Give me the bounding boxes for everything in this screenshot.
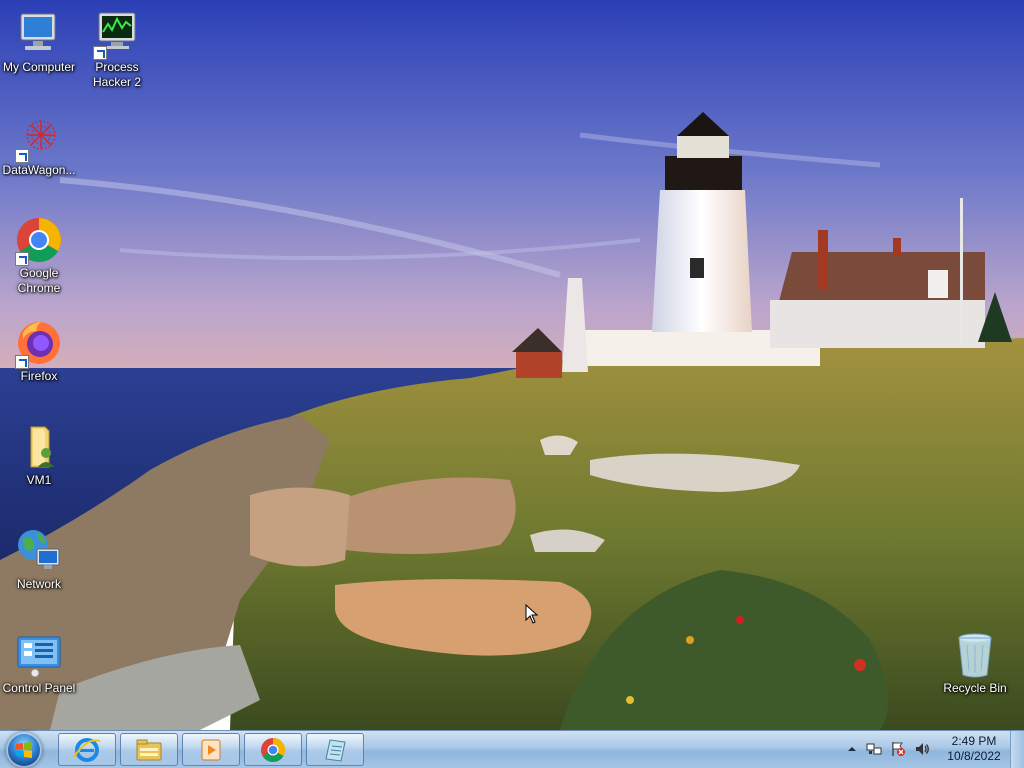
clock-date: 10/8/2022 — [947, 749, 1001, 763]
clock-time: 2:49 PM — [951, 734, 997, 748]
mouse-cursor-icon — [525, 603, 539, 624]
computer-icon — [15, 10, 63, 58]
show-desktop-button[interactable] — [1010, 731, 1024, 768]
chevron-up-icon — [848, 747, 856, 751]
desktop-icon-label: Network — [16, 577, 61, 591]
folder-user-icon — [15, 423, 63, 471]
shortcut-arrow-icon — [15, 355, 29, 369]
taskbar-media-player-button[interactable] — [182, 733, 240, 766]
desktop-icon-datawagon[interactable]: DataWagon... — [0, 113, 78, 178]
datawagon-icon — [15, 113, 63, 163]
explorer-icon — [136, 739, 162, 761]
desktop-wallpaper — [0, 0, 1024, 730]
desktop-icon-label: Google Chrome — [17, 266, 61, 295]
shortcut-arrow-icon — [15, 149, 29, 163]
network-icon — [15, 527, 63, 575]
notepad-icon — [325, 739, 346, 762]
tray-network-icon[interactable] — [866, 741, 882, 757]
windows-logo-icon — [16, 742, 32, 758]
media-player-icon — [201, 739, 221, 761]
ie-icon — [73, 738, 101, 762]
chrome-icon — [261, 738, 286, 763]
chrome-icon — [15, 216, 63, 266]
taskbar-chrome-button[interactable] — [244, 733, 302, 766]
desktop-icon-label: My Computer — [2, 60, 76, 74]
taskbar: 2:49 PM 10/8/2022 — [0, 730, 1024, 768]
desktop-icon-firefox[interactable]: Firefox — [0, 319, 78, 384]
taskbar-notepad-button[interactable] — [306, 733, 364, 766]
desktop-icon-my-computer[interactable]: My Computer — [0, 10, 78, 75]
desktop-icon-label: VM1 — [26, 473, 52, 487]
desktop-icon-label: DataWagon... — [2, 163, 76, 177]
taskbar-clock[interactable]: 2:49 PM 10/8/2022 — [940, 734, 1008, 764]
desktop-icon-label: Control Panel — [2, 681, 76, 695]
desktop-icon-control-panel[interactable]: Control Panel — [0, 631, 78, 696]
shortcut-arrow-icon — [93, 46, 107, 60]
desktop-icon-vm1[interactable]: VM1 — [0, 423, 78, 488]
firefox-icon — [15, 319, 63, 369]
process-hacker-icon — [93, 10, 141, 60]
desktop-icon-label: Firefox — [20, 369, 58, 383]
recycle-bin-icon — [951, 631, 999, 679]
shortcut-arrow-icon — [15, 252, 29, 266]
tray-action-center-icon[interactable] — [890, 741, 906, 757]
tray-volume-icon[interactable] — [914, 741, 930, 757]
desktop-icon-recycle-bin[interactable]: Recycle Bin — [936, 631, 1014, 696]
taskbar-ie-button[interactable] — [58, 733, 116, 766]
show-hidden-icons-button[interactable] — [844, 741, 860, 757]
desktop-icon-label: Process Hacker 2 — [92, 60, 142, 89]
desktop-icon-process-hacker[interactable]: Process Hacker 2 — [78, 10, 156, 90]
start-button[interactable] — [6, 732, 42, 768]
desktop-icon-google-chrome[interactable]: Google Chrome — [0, 216, 78, 296]
taskbar-explorer-button[interactable] — [120, 733, 178, 766]
control-panel-icon — [15, 631, 63, 679]
desktop-icon-network[interactable]: Network — [0, 527, 78, 592]
desktop-icon-label: Recycle Bin — [943, 681, 1007, 695]
